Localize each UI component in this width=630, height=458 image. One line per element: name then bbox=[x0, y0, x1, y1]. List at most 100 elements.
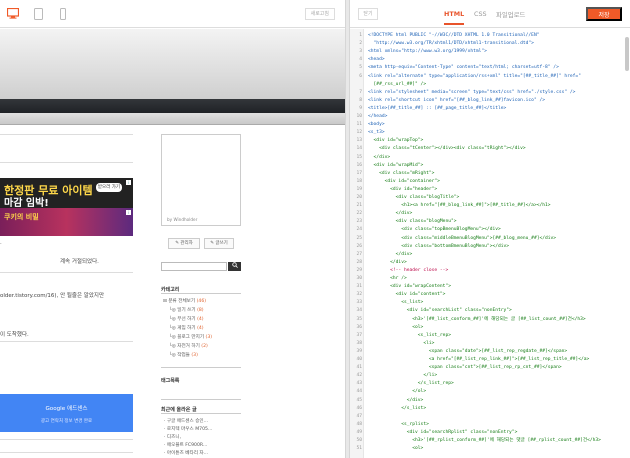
code-line[interactable]: 10 </head> bbox=[350, 113, 625, 121]
code-line[interactable]: 48 <s_rplist> bbox=[350, 421, 625, 429]
code-line[interactable]: 34 <div id="searchList" class="nonEntry"… bbox=[350, 307, 625, 315]
code-line[interactable]: 51 <ol> bbox=[350, 445, 625, 453]
refresh-button[interactable]: 새로고침 bbox=[304, 8, 335, 20]
code-line[interactable]: 32 <div id="content"> bbox=[350, 291, 625, 299]
code-line[interactable]: 41 <span class="cnt">[##_list_rep_rp_cnt… bbox=[350, 364, 625, 372]
editor-scrollbar[interactable] bbox=[625, 37, 629, 71]
category-item[interactable]: └◎ 일기 쓰기 (8) bbox=[169, 307, 204, 313]
code-line[interactable]: 27 </div> bbox=[350, 251, 625, 259]
code-line[interactable]: 17 <div class="mRight"> bbox=[350, 170, 625, 178]
code-line[interactable]: 39 <span class="date">[##_list_rep_regda… bbox=[350, 348, 625, 356]
code-line[interactable]: 3 <html xmlns="http://www.w3.org/1999/xht… bbox=[350, 48, 625, 56]
category-label: 게임 하기 bbox=[177, 326, 196, 331]
category-item[interactable]: └◎ 자전거 하기 (2) bbox=[169, 343, 208, 349]
code-line[interactable]: 43 </s_list_rep> bbox=[350, 380, 625, 388]
code-line[interactable]: 25 <div class="middleBmenuBlogMenu">[##_… bbox=[350, 235, 625, 243]
tab-css[interactable]: CSS bbox=[474, 10, 487, 18]
recent-post[interactable]: · 애오플트 FC900R... bbox=[164, 442, 207, 448]
ad-info-icon[interactable]: i bbox=[126, 210, 131, 215]
tablet-icon[interactable] bbox=[34, 8, 43, 22]
category-count: (46) bbox=[196, 299, 207, 304]
recent-post[interactable]: · 로지텍 마우스 M705... bbox=[164, 426, 212, 432]
code-line[interactable]: 49 <div id="searchRplist" class="nonEntr… bbox=[350, 429, 625, 437]
code-line[interactable]: 35 <h3>'[##_list_conform_##]'에 해당되는 글 [#… bbox=[350, 316, 625, 324]
code-line[interactable]: 40 <a href="[##_list_rep_link_##]">[##_l… bbox=[350, 356, 625, 364]
code-line[interactable]: 9 <title>[##_title_##] :: [##_page_title_… bbox=[350, 105, 625, 113]
code-line[interactable]: 18 <div id="container"> bbox=[350, 178, 625, 186]
category-item[interactable]: └◎ 게임 하기 (4) bbox=[169, 325, 204, 331]
code-line[interactable]: 12 <s_t3> bbox=[350, 129, 625, 137]
code-line[interactable]: 14 <div class="tCenter"></div><div class… bbox=[350, 145, 625, 153]
code-line[interactable]: 19 <div id="header"> bbox=[350, 186, 625, 194]
line-number: 27 bbox=[356, 251, 362, 257]
recent-post[interactable]: · 구글 애드센스 승인... bbox=[164, 418, 208, 424]
widget-credit: by Windholder bbox=[167, 217, 198, 222]
search-icon[interactable] bbox=[228, 262, 241, 271]
code-line[interactable]: 6 <link rel="alternate" type="application… bbox=[350, 73, 625, 81]
category-item[interactable]: └◎ 작업들 (3) bbox=[169, 352, 198, 358]
recent-post[interactable]: · 디즈니, bbox=[164, 434, 181, 440]
blog-preview[interactable]: 한정판 무료 아이템 마감 임박! 받으러 가기 쿠키의 비밀 i i · 계속… bbox=[0, 29, 345, 458]
code-line[interactable]: 42 </li> bbox=[350, 372, 625, 380]
code-line[interactable]: 11 <body> bbox=[350, 121, 625, 129]
code-line[interactable]: 47 bbox=[350, 413, 625, 421]
code-line[interactable]: 26 <div class="bottomBmenuBlogMenu"></di… bbox=[350, 243, 625, 251]
code-line[interactable]: 4 <head> bbox=[350, 56, 625, 64]
code-text: <hr /> bbox=[368, 276, 407, 281]
category-item[interactable]: ⊟ 분류 전체보기 (46) bbox=[163, 298, 206, 304]
recent-post[interactable]: · 아이튠즈 베타리 자... bbox=[164, 450, 208, 456]
line-number: 3 bbox=[359, 49, 362, 55]
code-line[interactable]: 46 </s_list> bbox=[350, 405, 625, 413]
code-line[interactable]: 50 <h3>'[##_rplist_conform_##]'에 해당되는 댓글… bbox=[350, 437, 625, 445]
code-line[interactable]: 22 </div> bbox=[350, 210, 625, 218]
code-line[interactable]: 8 <link rel="shortcut icon" href="[##_blo… bbox=[350, 97, 625, 105]
category-item[interactable]: └◎ 무선 하기 (4) bbox=[169, 316, 204, 322]
code-line[interactable]: 16 <div id="wrapMid"> bbox=[350, 162, 625, 170]
code-line[interactable]: [##_rss_url_##]" /> bbox=[350, 81, 625, 89]
code-line[interactable]: 31 <div id="wrapContent"> bbox=[350, 283, 625, 291]
html-code-editor[interactable]: 1 <!DOCTYPE html PUBLIC "-//W3C//DTD XHTM… bbox=[350, 29, 630, 458]
line-number: 7 bbox=[359, 89, 362, 95]
sidebar-search-input[interactable] bbox=[161, 262, 227, 271]
tab-html[interactable]: HTML bbox=[444, 10, 465, 25]
line-number: 50 bbox=[356, 438, 362, 443]
code-line[interactable]: 33 <s_list> bbox=[350, 299, 625, 307]
tab-file-upload[interactable]: 파일업로드 bbox=[496, 10, 525, 19]
code-line[interactable]: 38 <li> bbox=[350, 340, 625, 348]
code-line[interactable]: 2 "http://www.w3.org/TR/xhtml1/DTD/xhtml… bbox=[350, 40, 625, 48]
line-number: 1 bbox=[359, 33, 362, 38]
divider bbox=[0, 341, 133, 342]
code-line[interactable]: 30 <hr /> bbox=[350, 275, 625, 283]
code-line[interactable]: 21 <h1><a href="[##_blog_link_##]">[##_t… bbox=[350, 202, 625, 210]
ad-info-icon[interactable]: i bbox=[126, 180, 131, 185]
desktop-icon[interactable] bbox=[6, 7, 20, 21]
admin-button[interactable]: ✎ 관리자 bbox=[168, 238, 200, 249]
banner-ad[interactable]: 한정판 무료 아이템 마감 임박! 받으러 가기 쿠키의 비밀 i i bbox=[0, 178, 133, 236]
code-line[interactable]: 1 <!DOCTYPE html PUBLIC "-//W3C//DTD XHTM… bbox=[350, 32, 625, 40]
code-line[interactable]: 7 <link rel="stylesheet" media="screen" t… bbox=[350, 89, 625, 97]
category-title: 카테고리 bbox=[161, 287, 180, 293]
code-line[interactable]: 36 <ol> bbox=[350, 324, 625, 332]
code-line[interactable]: 5 <meta http-equiv="Content-Type" content… bbox=[350, 64, 625, 72]
code-line[interactable]: 45 </div> bbox=[350, 397, 625, 405]
ad-cta-button[interactable]: 받으러 가기 bbox=[96, 183, 122, 192]
code-line[interactable]: 23 <div class="blogMenu"> bbox=[350, 218, 625, 226]
divider bbox=[161, 293, 241, 294]
category-item[interactable]: └◎ 블로그 만지기 (3) bbox=[169, 334, 212, 340]
code-line[interactable]: 37 <s_list_rep> bbox=[350, 332, 625, 340]
write-post-button[interactable]: ✎ 글쓰기 bbox=[204, 238, 234, 249]
line-number: 32 bbox=[356, 292, 362, 298]
code-line[interactable]: 44 </ol> bbox=[350, 388, 625, 396]
code-line[interactable]: 13 <div id="wrapTop"> bbox=[350, 137, 625, 145]
code-line[interactable]: 20 <div class="blogTitle"> bbox=[350, 194, 625, 202]
code-text: </ol> bbox=[368, 389, 427, 395]
code-line[interactable]: 28 </div> bbox=[350, 259, 625, 267]
category-label: 무선 하기 bbox=[177, 317, 196, 322]
save-button[interactable]: 저장 bbox=[586, 7, 622, 21]
code-line[interactable]: 15 </div> bbox=[350, 154, 625, 162]
code-line[interactable]: 29 <!-- header close --> bbox=[350, 267, 625, 275]
mobile-icon[interactable] bbox=[60, 8, 66, 22]
code-line[interactable]: 24 <div class="topBmenuBlogMenu"></div> bbox=[350, 226, 625, 234]
adsense-ad[interactable]: Google 애드센스 광고 연락처 정보 변경 완료 bbox=[0, 394, 133, 432]
close-button[interactable]: 닫기 bbox=[358, 8, 378, 20]
